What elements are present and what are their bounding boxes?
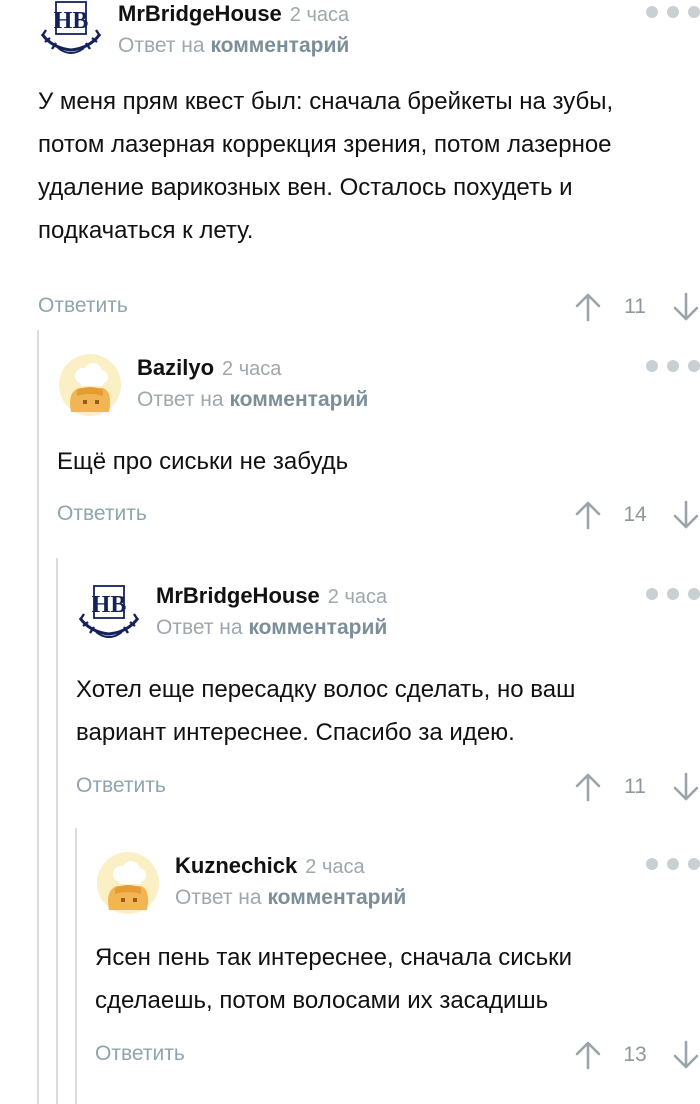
parent-comment-link[interactable]: комментарий	[267, 886, 406, 909]
comment-header: Kuznechick 2 часа Ответ на комментарий	[95, 852, 700, 916]
comment-footer: Ответить 13	[95, 1036, 700, 1076]
author-name[interactable]: MrBridgeHouse	[118, 1, 282, 26]
upvote-arrow-icon[interactable]	[574, 772, 602, 802]
reply-to: Ответ на комментарий	[137, 388, 368, 412]
downvote-arrow-icon[interactable]	[672, 500, 700, 530]
vote-controls: 13	[574, 1036, 700, 1076]
author-line: Kuznechick 2 часа	[175, 853, 365, 879]
parent-comment-link[interactable]: комментарий	[210, 34, 349, 57]
upvote-arrow-icon[interactable]	[574, 1040, 602, 1070]
reply-button[interactable]: Ответить	[57, 502, 147, 526]
comment: Bazilyo 2 часа Ответ на комментарий Ещё п…	[57, 354, 700, 536]
thread-line-level-3[interactable]	[75, 828, 77, 1104]
rating-score: 11	[624, 295, 646, 318]
more-options-icon[interactable]	[646, 6, 700, 20]
reply-to-prefix: Ответ на	[118, 34, 205, 57]
comment-text: Ясен пень так интереснее, сначала сиськи…	[95, 944, 573, 1014]
comment-time: 2 часа	[327, 586, 388, 608]
avatar[interactable]: HB	[76, 582, 142, 644]
reply-to-prefix: Ответ на	[156, 616, 243, 639]
reply-to: Ответ на комментарий	[175, 886, 406, 910]
upvote-arrow-icon[interactable]	[574, 500, 602, 530]
thread-line-level-1[interactable]	[37, 330, 39, 1104]
rating-score: 11	[624, 775, 646, 798]
hb-crest-logo-icon: HB	[78, 585, 140, 638]
comment-time: 2 часа	[222, 358, 282, 380]
thread-line-level-2[interactable]	[56, 558, 58, 1104]
author-name[interactable]: MrBridgeHouse	[156, 583, 320, 608]
comment-header: HB MrBridgeHouse 2 часа Ответ на коммента…	[38, 0, 700, 64]
upvote-arrow-icon[interactable]	[574, 292, 602, 322]
vote-controls: 11	[574, 288, 700, 328]
parent-comment-link[interactable]: комментарий	[229, 388, 368, 411]
chef-bun-avatar-icon	[59, 354, 121, 416]
author-line: MrBridgeHouse 2 часа	[118, 1, 349, 27]
comment-text: Ещё про сиськи не забудь	[57, 448, 349, 475]
avatar[interactable]	[57, 354, 123, 416]
parent-comment-link[interactable]: комментарий	[248, 616, 387, 639]
vote-controls: 14	[574, 496, 700, 536]
comment-header: HB MrBridgeHouse 2 часа Ответ на коммента…	[76, 582, 700, 646]
more-options-icon[interactable]	[646, 588, 700, 602]
more-options-icon[interactable]	[646, 858, 700, 872]
svg-text:HB: HB	[92, 592, 127, 618]
author-line: MrBridgeHouse 2 часа	[156, 583, 387, 609]
comment-time: 2 часа	[289, 4, 350, 26]
hb-crest-logo-icon: HB	[40, 1, 102, 54]
comment-footer: Ответить 11	[76, 768, 700, 808]
comment-header: Bazilyo 2 часа Ответ на комментарий	[57, 354, 700, 418]
svg-text:HB: HB	[54, 8, 89, 34]
rating-score: 14	[623, 503, 647, 526]
comment-time: 2 часа	[305, 856, 365, 878]
downvote-arrow-icon[interactable]	[672, 1040, 700, 1070]
reply-button[interactable]: Ответить	[76, 774, 166, 798]
more-options-icon[interactable]	[646, 360, 700, 374]
reply-button[interactable]: Ответить	[38, 294, 128, 318]
author-line: Bazilyo 2 часа	[137, 355, 281, 381]
reply-to-prefix: Ответ на	[175, 886, 262, 909]
reply-to-prefix: Ответ на	[137, 388, 224, 411]
vote-controls: 11	[574, 768, 700, 808]
comment: HB MrBridgeHouse 2 часа Ответ на коммента…	[76, 582, 700, 808]
avatar[interactable]	[95, 852, 161, 914]
author-name[interactable]: Bazilyo	[137, 355, 214, 380]
comment-footer: Ответить 11	[38, 288, 700, 328]
comment: HB MrBridgeHouse 2 часа Ответ на коммента…	[38, 0, 700, 328]
downvote-arrow-icon[interactable]	[672, 292, 700, 322]
comment: Kuznechick 2 часа Ответ на комментарий Яс…	[95, 852, 700, 1076]
avatar[interactable]: HB	[38, 0, 104, 60]
comment-text: У меня прям квест был: сначала брейкеты …	[38, 88, 614, 244]
reply-to: Ответ на комментарий	[156, 616, 387, 640]
downvote-arrow-icon[interactable]	[672, 772, 700, 802]
comment-footer: Ответить 14	[57, 496, 700, 536]
author-name[interactable]: Kuznechick	[175, 853, 297, 878]
reply-to: Ответ на комментарий	[118, 34, 349, 58]
reply-button[interactable]: Ответить	[95, 1042, 185, 1066]
chef-bun-avatar-icon	[97, 852, 159, 914]
comment-text: Хотел еще пересадку волос сделать, но ва…	[76, 676, 576, 746]
rating-score: 13	[623, 1043, 647, 1066]
